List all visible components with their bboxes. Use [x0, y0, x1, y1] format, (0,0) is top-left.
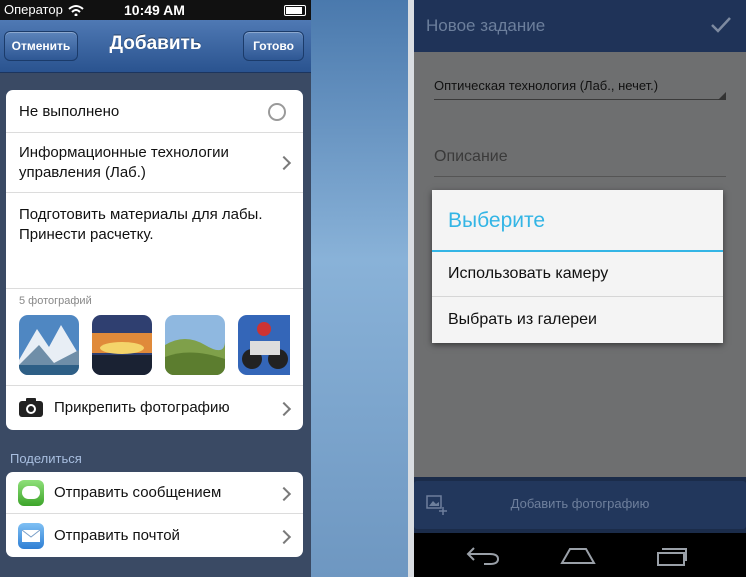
- incomplete-circle-icon[interactable]: [268, 103, 286, 121]
- check-icon[interactable]: [710, 16, 732, 34]
- share-mail-label: Отправить почтой: [54, 527, 180, 544]
- ios-nav-bar: Отменить Добавить Готово: [0, 20, 311, 73]
- status-label: Не выполнено: [19, 103, 120, 120]
- done-button[interactable]: Готово: [243, 31, 304, 61]
- mail-icon: [18, 523, 44, 549]
- page-title: Добавить: [109, 33, 202, 54]
- android-action-bar: Новое задание: [414, 0, 746, 52]
- task-card: Не выполнено Информационные технологии у…: [6, 90, 303, 430]
- carrier-label: Оператор: [4, 2, 63, 17]
- use-camera-label: Использовать камеру: [448, 265, 609, 282]
- share-message-label: Отправить сообщением: [54, 484, 222, 501]
- add-photo-button[interactable]: Добавить фотографию: [414, 481, 746, 529]
- photo-thumbnail-mountains[interactable]: [19, 315, 79, 375]
- choose-source-dialog: Выберите Использовать камеру Выбрать из …: [432, 190, 723, 343]
- subject-spinner[interactable]: Оптическая технология (Лаб., нечет.): [434, 78, 658, 93]
- camera-icon: [19, 398, 43, 417]
- ios-form: Не выполнено Информационные технологии у…: [0, 73, 311, 577]
- background-sky: [311, 0, 408, 577]
- photo-thumbnail-sunset[interactable]: [92, 315, 152, 375]
- note-row[interactable]: Подготовить материалы для лабы. Принести…: [6, 193, 303, 289]
- attach-photo-label: Прикрепить фотографию: [54, 399, 230, 416]
- photos-row: 5 фотографий: [6, 289, 303, 386]
- dialog-title: Выберите: [448, 209, 546, 232]
- share-card: Отправить сообщением Отправить почтой: [6, 472, 303, 557]
- android-screen: Новое задание Оптическая технология (Лаб…: [414, 0, 746, 577]
- chevron-right-icon: [276, 486, 292, 502]
- use-camera-option[interactable]: Использовать камеру: [432, 252, 723, 297]
- description-field[interactable]: Описание: [434, 148, 508, 166]
- photo-thumbnail-motorcycle[interactable]: [238, 315, 290, 375]
- cancel-button[interactable]: Отменить: [4, 31, 78, 61]
- share-message-row[interactable]: Отправить сообщением: [6, 472, 303, 514]
- add-photo-label: Добавить фотографию: [510, 496, 650, 511]
- recent-apps-icon[interactable]: [656, 545, 688, 567]
- description-underline: [434, 176, 726, 177]
- ios-screen: Оператор 10:49 AM Отменить Добавить Гото…: [0, 0, 311, 577]
- attach-photo-row[interactable]: Прикрепить фотографию: [6, 386, 303, 430]
- back-icon[interactable]: [466, 545, 500, 565]
- status-row[interactable]: Не выполнено: [6, 90, 303, 133]
- message-icon: [18, 480, 44, 506]
- choose-gallery-option[interactable]: Выбрать из галереи: [432, 297, 723, 343]
- chevron-right-icon: [276, 401, 292, 417]
- spinner-triangle-icon: [718, 92, 726, 100]
- wifi-icon: [68, 5, 84, 16]
- share-header: Поделиться: [10, 451, 82, 466]
- chevron-right-icon: [276, 529, 292, 545]
- note-text[interactable]: Подготовить материалы для лабы. Принести…: [19, 205, 289, 245]
- spinner-underline: [434, 99, 726, 100]
- chevron-right-icon: [276, 155, 292, 171]
- clock-label: 10:49 AM: [124, 2, 185, 18]
- android-nav-bar: [414, 533, 746, 577]
- battery-icon: [284, 5, 306, 16]
- home-icon[interactable]: [560, 545, 596, 565]
- photos-count: 5 фотографий: [19, 295, 92, 307]
- share-mail-row[interactable]: Отправить почтой: [6, 514, 303, 557]
- subject-row[interactable]: Информационные технологии управления (Ла…: [6, 133, 303, 193]
- subject-label: Информационные технологии управления (Ла…: [19, 144, 229, 181]
- action-bar-title: Новое задание: [426, 16, 546, 35]
- ios-status-bar: Оператор 10:49 AM: [0, 0, 311, 20]
- choose-gallery-label: Выбрать из галереи: [448, 311, 597, 328]
- add-photo-bar: Добавить фотографию: [414, 477, 746, 533]
- photo-thumbnail-hills[interactable]: [165, 315, 225, 375]
